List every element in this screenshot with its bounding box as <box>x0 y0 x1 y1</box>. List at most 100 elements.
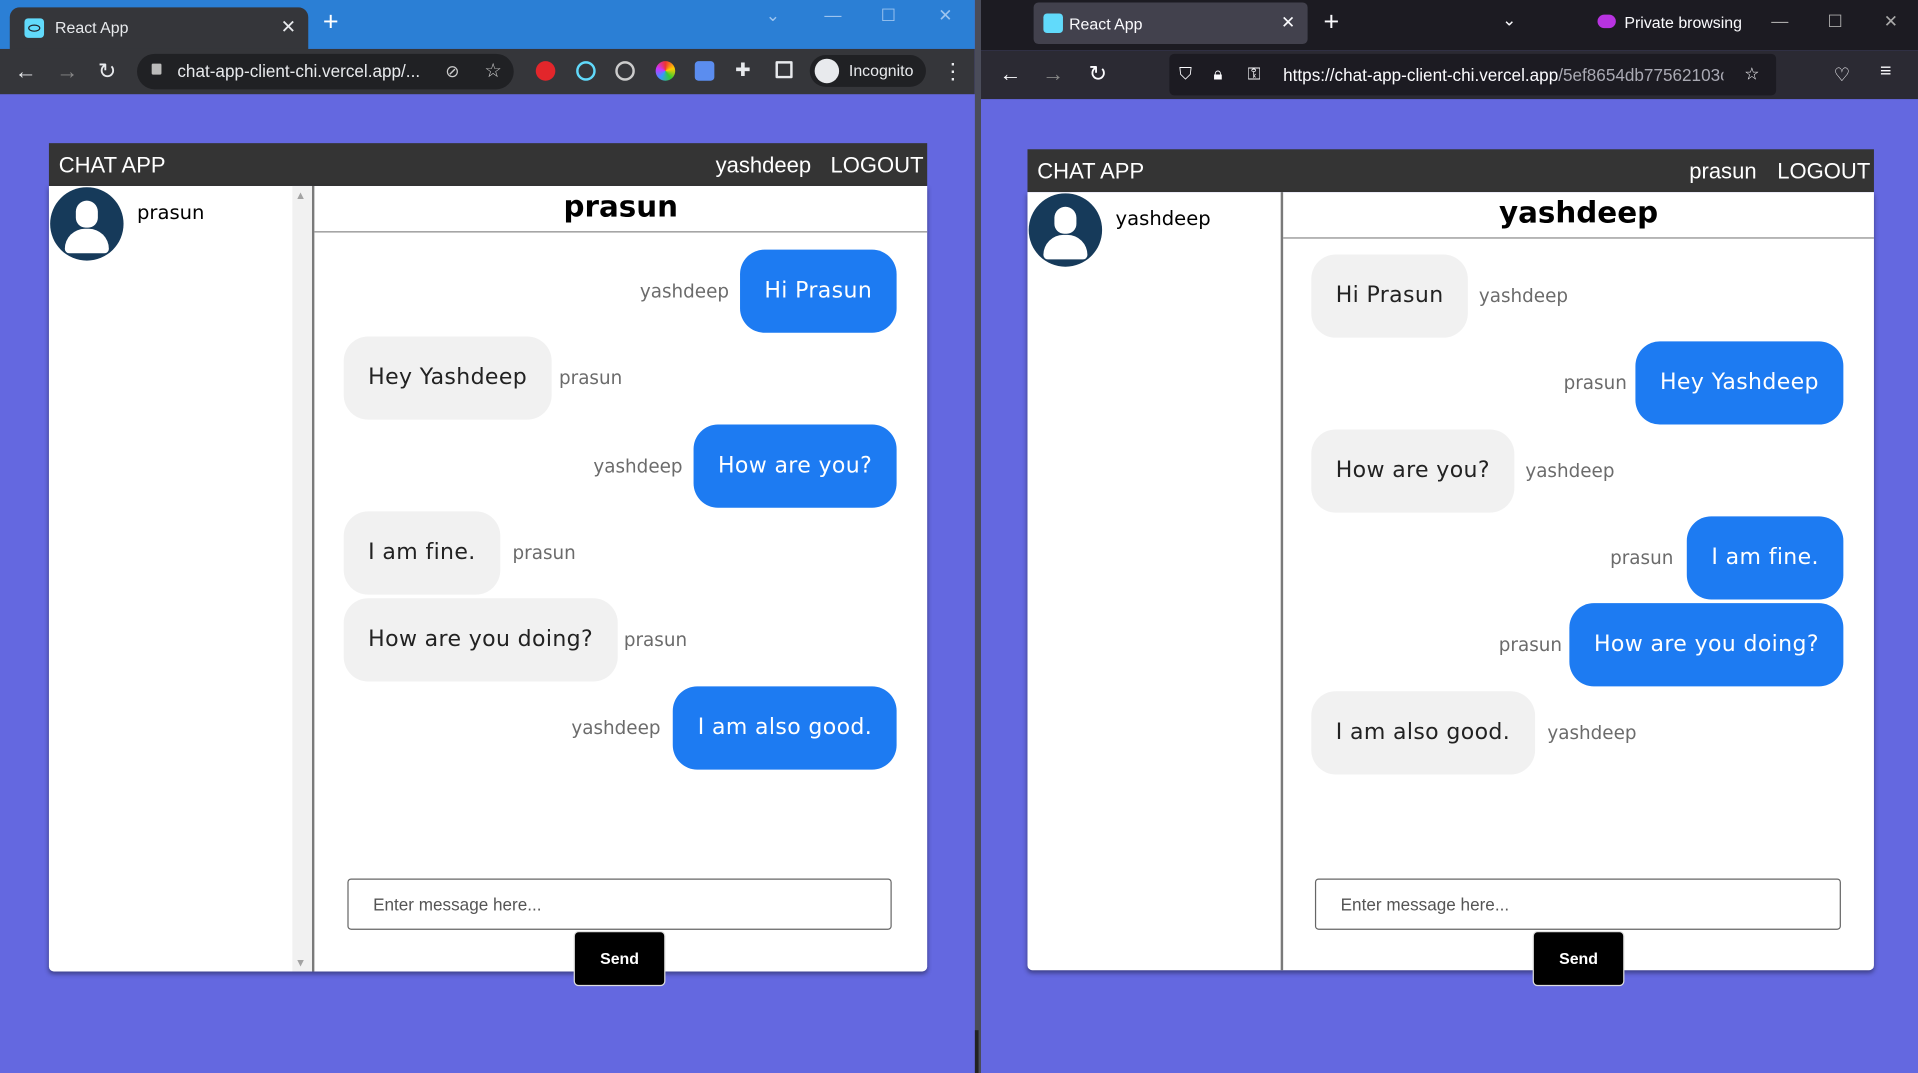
forward-arrow-icon[interactable]: → <box>1042 61 1064 87</box>
message-row: yashdeep How are you? <box>314 424 927 508</box>
bookmark-star-icon[interactable]: ☆ <box>484 59 502 83</box>
maximize-icon[interactable]: ☐ <box>881 5 896 26</box>
minimize-icon[interactable]: — <box>1771 11 1788 31</box>
tracking-shield-icon[interactable]: ⛉ <box>1179 64 1192 85</box>
message-row: prasun How are you doing? <box>1283 603 1874 687</box>
message-sender: yashdeep <box>1478 285 1569 308</box>
close-tab-icon[interactable]: ✕ <box>1281 12 1295 33</box>
lock-icon <box>151 63 162 75</box>
address-bar[interactable]: ⛉ 🔒︎ ⚿ https://chat-app-client-chi.verce… <box>1169 53 1777 96</box>
key-icon[interactable]: ⚿ <box>1248 64 1261 85</box>
incognito-icon <box>814 58 840 84</box>
message-bubble: I am fine. <box>1686 516 1844 600</box>
avatar <box>50 187 124 261</box>
contact-item[interactable]: prasun <box>49 186 292 264</box>
address-bar[interactable]: chat-app-client-chi.vercel.app/... ⊘ ☆ <box>136 53 514 90</box>
react-devtools-icon[interactable] <box>576 61 596 81</box>
chrome-window: React App ✕ + ⌄ — ☐ ✕ ← → ↻ chat-app-cli… <box>0 0 975 1073</box>
pocket-icon[interactable]: ♡ <box>1834 64 1850 86</box>
message-sender: prasun <box>512 542 576 565</box>
tab-search-icon[interactable]: ⌄ <box>766 5 780 26</box>
desktop: React App ✕ + ⌄ — ☐ ✕ ← → ↻ chat-app-cli… <box>0 0 1918 1073</box>
toolbar: ← → ↻ ⛉ 🔒︎ ⚿ https://chat-app-client-chi… <box>981 50 1918 100</box>
message-row: yashdeep I am also good. <box>314 686 927 770</box>
back-arrow-icon[interactable]: ← <box>15 59 37 83</box>
maximize-icon[interactable]: ☐ <box>1827 11 1842 32</box>
message-row: How are you doing? prasun <box>314 598 927 682</box>
close-window-icon[interactable]: ✕ <box>938 5 952 26</box>
scrollbar[interactable]: ▲ ▼ <box>292 185 312 972</box>
color-picker-icon[interactable] <box>655 61 676 81</box>
message-sender: yashdeep <box>593 455 683 478</box>
browser-tab[interactable]: React App ✕ <box>1033 2 1308 45</box>
contact-name: yashdeep <box>1115 206 1211 231</box>
message-row: How are you? yashdeep <box>1283 429 1874 513</box>
send-button[interactable]: Send <box>1532 931 1625 987</box>
message-row: Hi Prasun yashdeep <box>1283 254 1874 338</box>
tab-title: React App <box>1069 14 1143 34</box>
adblock-extension-icon[interactable] <box>535 61 556 81</box>
chat-title: yashdeep <box>1283 192 1874 239</box>
message-row: I am also good. yashdeep <box>1283 691 1874 775</box>
firefox-window: React App ✕ + ⌄ Private browsing — ☐ ✕ ←… <box>981 0 1918 1073</box>
logout-button[interactable]: LOGOUT <box>831 153 924 179</box>
toolbar: ← → ↻ chat-app-client-chi.vercel.app/...… <box>0 48 975 95</box>
message-bubble: I am also good. <box>1311 691 1535 775</box>
message-row: prasun I am fine. <box>1283 516 1874 600</box>
message-bubble: How are you doing? <box>1569 603 1844 687</box>
browser-tab[interactable]: React App ✕ <box>9 7 309 49</box>
tab-bar: React App ✕ + ⌄ Private browsing — ☐ ✕ <box>981 0 1918 51</box>
conversation: prasun yashdeep Hi Prasun Hey Yashdeep p… <box>314 186 928 987</box>
scroll-up-arrow-icon[interactable]: ▲ <box>297 191 304 201</box>
message-sender: prasun <box>623 628 688 651</box>
message-sender: yashdeep <box>1525 460 1615 483</box>
react-favicon-icon <box>24 18 45 38</box>
minimize-icon[interactable]: — <box>824 5 841 25</box>
list-tabs-chevron-icon[interactable]: ⌄ <box>1502 10 1516 31</box>
logout-button[interactable]: LOGOUT <box>1777 159 1870 185</box>
scroll-down-arrow-icon[interactable]: ▼ <box>297 958 304 968</box>
private-mask-icon <box>1597 14 1616 29</box>
chat-app: CHAT APP prasun LOGOUT yashdeep yashdeep <box>1027 149 1874 987</box>
message-bubble: How are you? <box>693 424 897 508</box>
screen-capture-icon[interactable] <box>694 61 715 81</box>
lock-icon[interactable]: 🔒︎ <box>1213 64 1222 85</box>
back-arrow-icon[interactable]: ← <box>999 61 1021 87</box>
message-input[interactable] <box>347 878 892 930</box>
navbar: CHAT APP yashdeep LOGOUT <box>48 143 928 186</box>
more-menu-icon[interactable]: ⋮ <box>942 59 964 85</box>
contact-name: prasun <box>136 200 205 224</box>
user-silhouette-body-icon <box>1043 234 1088 260</box>
send-button[interactable]: Send <box>573 931 666 987</box>
reload-icon[interactable]: ↻ <box>98 59 116 83</box>
message-bubble: How are you? <box>1311 429 1515 513</box>
message-bubble: Hey Yashdeep <box>343 336 552 420</box>
url-text: https://chat-app-client-chi.vercel.app/5… <box>1283 65 1723 85</box>
close-tab-icon[interactable]: ✕ <box>281 16 296 38</box>
reload-icon[interactable]: ↻ <box>1089 61 1107 87</box>
target-extension-icon[interactable] <box>615 61 635 81</box>
extensions-puzzle-icon[interactable]: ✚ <box>735 59 755 81</box>
avatar <box>1028 193 1103 267</box>
new-tab-button[interactable]: + <box>1324 8 1340 36</box>
contact-item[interactable]: yashdeep <box>1027 192 1278 270</box>
message-bubble: How are you doing? <box>343 598 618 682</box>
message-sender: prasun <box>1563 371 1627 394</box>
bookmark-star-icon[interactable]: ☆ <box>1744 64 1759 85</box>
current-user-name: prasun <box>1689 159 1757 184</box>
eye-slash-icon[interactable]: ⊘ <box>445 61 459 82</box>
close-window-icon[interactable]: ✕ <box>1884 11 1898 32</box>
forward-arrow-icon[interactable]: → <box>56 59 78 83</box>
navbar: CHAT APP prasun LOGOUT <box>1027 149 1874 193</box>
brand-title: CHAT APP <box>1037 159 1145 184</box>
message-input[interactable] <box>1314 878 1841 930</box>
hamburger-menu-icon[interactable]: ≡ <box>1880 61 1891 83</box>
incognito-badge[interactable]: Incognito <box>809 55 926 87</box>
new-tab-button[interactable]: + <box>323 8 339 36</box>
message-bubble: Hi Prasun <box>739 249 897 333</box>
side-panel-icon[interactable] <box>775 61 793 79</box>
message-sender: prasun <box>559 367 623 390</box>
user-silhouette-icon <box>1054 206 1077 234</box>
tab-title: React App <box>55 18 129 37</box>
message-row: yashdeep Hi Prasun <box>314 249 927 333</box>
